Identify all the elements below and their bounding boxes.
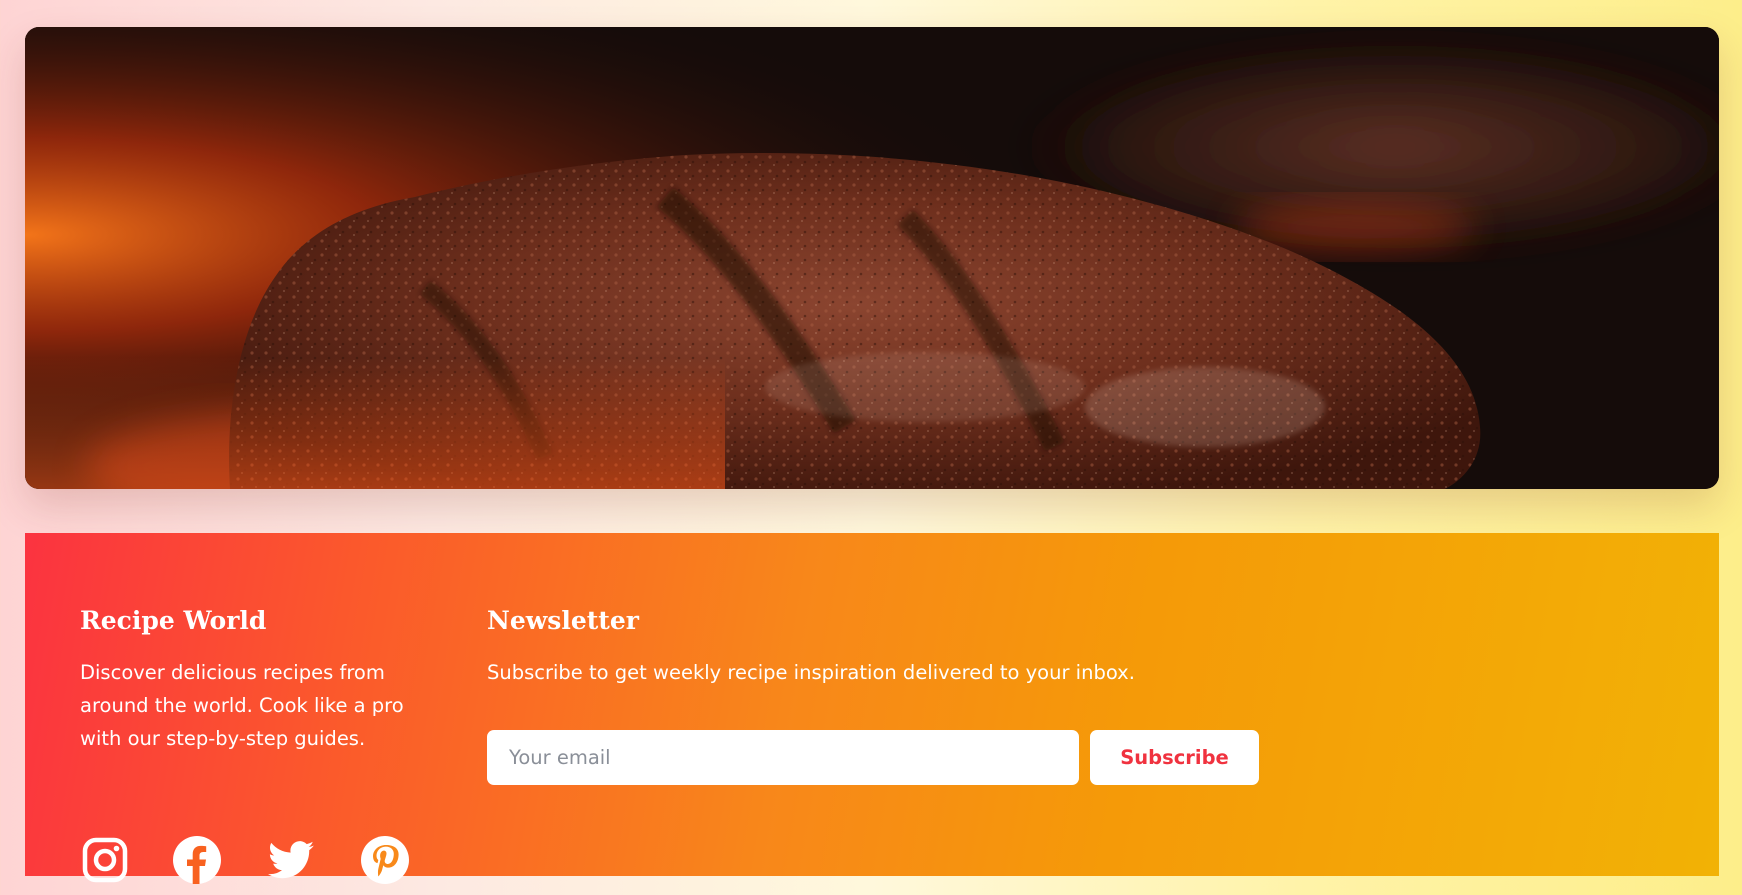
instagram-icon[interactable] [80, 835, 130, 885]
newsletter-title: Newsletter [487, 606, 639, 635]
site-footer: Recipe World Discover delicious recipes … [25, 533, 1719, 884]
newsletter-description: Subscribe to get weekly recipe inspirati… [487, 661, 1135, 684]
footer-brand-column: Recipe World Discover delicious recipes … [80, 604, 420, 755]
newsletter-form: Subscribe [487, 730, 1287, 786]
email-input[interactable] [487, 730, 1079, 785]
facebook-icon[interactable] [172, 835, 222, 885]
hero-image [25, 27, 1719, 489]
subscribe-button[interactable]: Subscribe [1090, 730, 1259, 785]
brand-description: Discover delicious recipes from around t… [80, 661, 404, 750]
pinterest-icon[interactable] [360, 835, 410, 885]
twitter-icon[interactable] [266, 835, 316, 885]
brand-title: Recipe World [80, 606, 267, 635]
footer-newsletter-column: Newsletter Subscribe to get weekly recip… [487, 604, 1287, 785]
